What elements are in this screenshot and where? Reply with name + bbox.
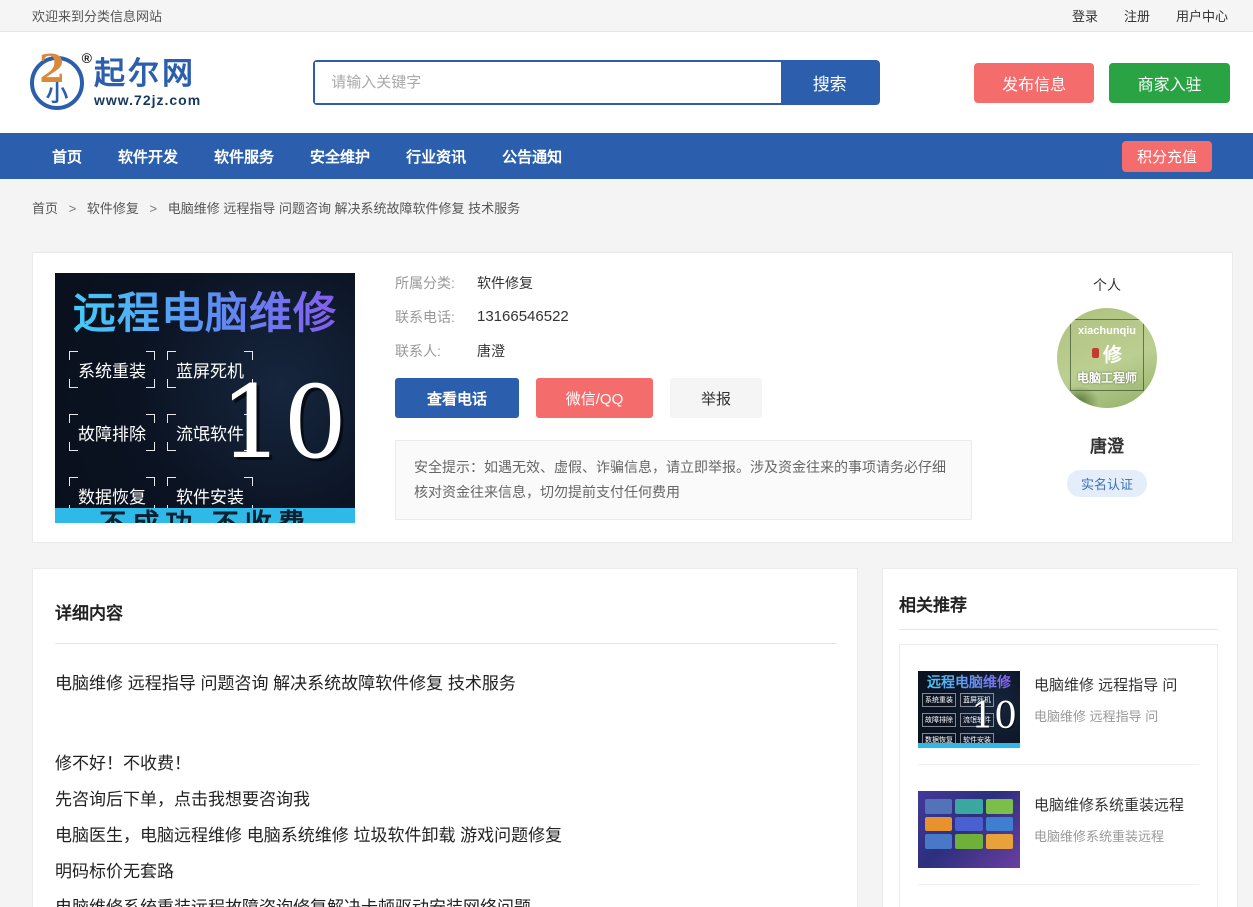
logo-name: 起尔网 xyxy=(94,58,201,89)
detail-card: 详细内容 电脑维修 远程指导 问题咨询 解决系统故障软件修复 技术服务 修不好！… xyxy=(32,568,858,907)
related-title: 相关推荐 xyxy=(899,591,1218,616)
ad-image-number: 10 xyxy=(220,373,347,473)
detail-paragraph: 先咨询后下单，点击我想要咨询我 xyxy=(55,782,837,818)
topbar-links: 登录 注册 用户中心 xyxy=(1072,6,1228,25)
listing-card: 远程电脑维修 系统重装 蓝屏死机 故障排除 流氓软件 数据恢复 软件安装 10 … xyxy=(32,252,1233,543)
safety-notice: 安全提示：如遇无效、虚假、诈骗信息，请立即举报。涉及资金往来的事项请务必仔细核对… xyxy=(395,440,972,520)
report-button[interactable]: 举报 xyxy=(670,378,762,418)
search-button[interactable]: 搜索 xyxy=(781,62,878,103)
detail-paragraph: 电脑维修系统重装远程故障咨询修复解决卡顿驱动安装网络问题 xyxy=(55,890,837,907)
seller-panel: 个人 xiachunqiu 修 电脑工程师 唐澄 实名认证 xyxy=(1002,273,1212,523)
phone-label: 联系电话: xyxy=(395,307,477,327)
detail-title: 详细内容 xyxy=(55,599,837,624)
related-item-subtitle: 电脑维修 远程指导 问 xyxy=(1034,706,1177,725)
related-item[interactable]: 远程电脑维修 系统重装 蓝屏死机 故障排除 流氓软件 数据恢复 软件安装 10 … xyxy=(918,645,1199,765)
action-buttons: 查看电话 微信/QQ 举报 xyxy=(395,378,972,418)
nav-item-software-service[interactable]: 软件服务 xyxy=(214,146,274,167)
category-label: 所属分类: xyxy=(395,273,477,293)
related-item[interactable]: 软件远程服务，代码调试 软件远程服务，代码调试 xyxy=(918,885,1199,907)
lower-section: 详细内容 电脑维修 远程指导 问题咨询 解决系统故障软件修复 技术服务 修不好！… xyxy=(32,568,1233,907)
seller-avatar: xiachunqiu 修 电脑工程师 xyxy=(1057,308,1157,408)
related-item-subtitle: 电脑维修系统重装远程 xyxy=(1034,826,1184,845)
ad-tag: 软件安装 xyxy=(176,488,244,507)
avatar-text-line1: xiachunqiu xyxy=(1078,325,1136,337)
logo-url: www.72jz.com xyxy=(94,92,201,108)
related-item-title: 电脑维修系统重装远程 xyxy=(1034,794,1184,815)
breadcrumb-home[interactable]: 首页 xyxy=(32,201,58,216)
related-item[interactable]: 电脑维修系统重装远程 电脑维修系统重装远程 xyxy=(918,765,1199,885)
contact-value: 唐澄 xyxy=(477,341,505,361)
detail-paragraph: 电脑维修 远程指导 问题咨询 解决系统故障软件修复 技术服务 xyxy=(55,666,837,702)
category-value: 软件修复 xyxy=(477,273,533,293)
seller-name: 唐澄 xyxy=(1002,432,1212,457)
top-bar: 欢迎来到分类信息网站 登录 注册 用户中心 xyxy=(0,0,1253,32)
ad-tag: 故障排除 xyxy=(78,425,146,444)
breadcrumb-current: 电脑维修 远程指导 问题咨询 解决系统故障软件修复 技术服务 xyxy=(168,201,520,216)
related-thumbnail-remote-repair: 远程电脑维修 系统重装 蓝屏死机 故障排除 流氓软件 数据恢复 软件安装 10 xyxy=(918,671,1020,748)
points-recharge-button[interactable]: 积分充值 xyxy=(1122,141,1212,172)
seller-type-label: 个人 xyxy=(1002,275,1212,295)
breadcrumb-separator: > xyxy=(150,201,158,216)
nav-item-industry-news[interactable]: 行业资讯 xyxy=(406,146,466,167)
detail-paragraph: 电脑医生，电脑远程维修 电脑系统维修 垃圾软件卸载 游戏问题修复 xyxy=(55,818,837,854)
register-link[interactable]: 注册 xyxy=(1124,6,1150,25)
breadcrumb-category[interactable]: 软件修复 xyxy=(87,201,139,216)
logo-icon: 2 小 ® xyxy=(30,56,84,110)
site-logo[interactable]: 2 小 ® 起尔网 www.72jz.com xyxy=(30,56,201,110)
breadcrumb: 首页 > 软件修复 > 电脑维修 远程指导 问题咨询 解决系统故障软件修复 技术… xyxy=(32,198,1233,217)
search-input[interactable] xyxy=(315,62,781,103)
detail-body: 电脑维修 远程指导 问题咨询 解决系统故障软件修复 技术服务 修不好！不收费！ … xyxy=(55,666,837,907)
listing-image: 远程电脑维修 系统重装 蓝屏死机 故障排除 流氓软件 数据恢复 软件安装 10 … xyxy=(55,273,355,523)
seal-icon xyxy=(1092,348,1099,358)
nav-item-announcements[interactable]: 公告通知 xyxy=(502,146,562,167)
related-card: 相关推荐 远程电脑维修 系统重装 蓝屏死机 故障排除 流氓软件 数据恢复 软件安… xyxy=(882,568,1238,907)
registered-mark: ® xyxy=(82,50,92,66)
view-phone-button[interactable]: 查看电话 xyxy=(395,378,519,418)
detail-paragraph: 修不好！不收费！ xyxy=(55,746,837,782)
wechat-qq-button[interactable]: 微信/QQ xyxy=(536,378,653,418)
nav-item-software-dev[interactable]: 软件开发 xyxy=(118,146,178,167)
divider xyxy=(899,629,1218,630)
avatar-text-line3: 电脑工程师 xyxy=(1077,369,1137,386)
nav-item-home[interactable]: 首页 xyxy=(52,146,82,167)
listing-info: 所属分类: 软件修复 联系电话: 13166546522 联系人: 唐澄 查看电… xyxy=(395,273,972,523)
detail-paragraph: 明码标价无套路 xyxy=(55,854,837,890)
breadcrumb-separator: > xyxy=(69,201,77,216)
ad-image-banner: 不成功 不收费 xyxy=(55,508,355,523)
publish-info-button[interactable]: 发布信息 xyxy=(974,63,1094,103)
divider xyxy=(55,643,837,644)
search-bar: 搜索 xyxy=(313,60,880,105)
contact-label: 联系人: xyxy=(395,341,477,361)
merchant-join-button[interactable]: 商家入驻 xyxy=(1109,63,1230,103)
avatar-text-line2: 修 xyxy=(1103,340,1122,367)
ad-image-title: 远程电脑维修 xyxy=(55,279,355,341)
ad-tag: 数据恢复 xyxy=(78,488,146,507)
login-link[interactable]: 登录 xyxy=(1072,6,1098,25)
verified-badge[interactable]: 实名认证 xyxy=(1067,470,1147,497)
ad-tag: 系统重装 xyxy=(78,362,146,381)
site-header: 2 小 ® 起尔网 www.72jz.com 搜索 发布信息 商家入驻 xyxy=(0,32,1253,133)
user-center-link[interactable]: 用户中心 xyxy=(1176,6,1228,25)
phone-value: 13166546522 xyxy=(477,307,569,327)
main-nav: 首页 软件开发 软件服务 安全维护 行业资讯 公告通知 积分充值 xyxy=(0,133,1253,179)
welcome-text: 欢迎来到分类信息网站 xyxy=(32,6,162,25)
nav-item-security[interactable]: 安全维护 xyxy=(310,146,370,167)
related-item-title: 电脑维修 远程指导 问 xyxy=(1034,674,1177,695)
related-thumbnail-system-reinstall xyxy=(918,791,1020,868)
related-list: 远程电脑维修 系统重装 蓝屏死机 故障排除 流氓软件 数据恢复 软件安装 10 … xyxy=(899,644,1218,907)
